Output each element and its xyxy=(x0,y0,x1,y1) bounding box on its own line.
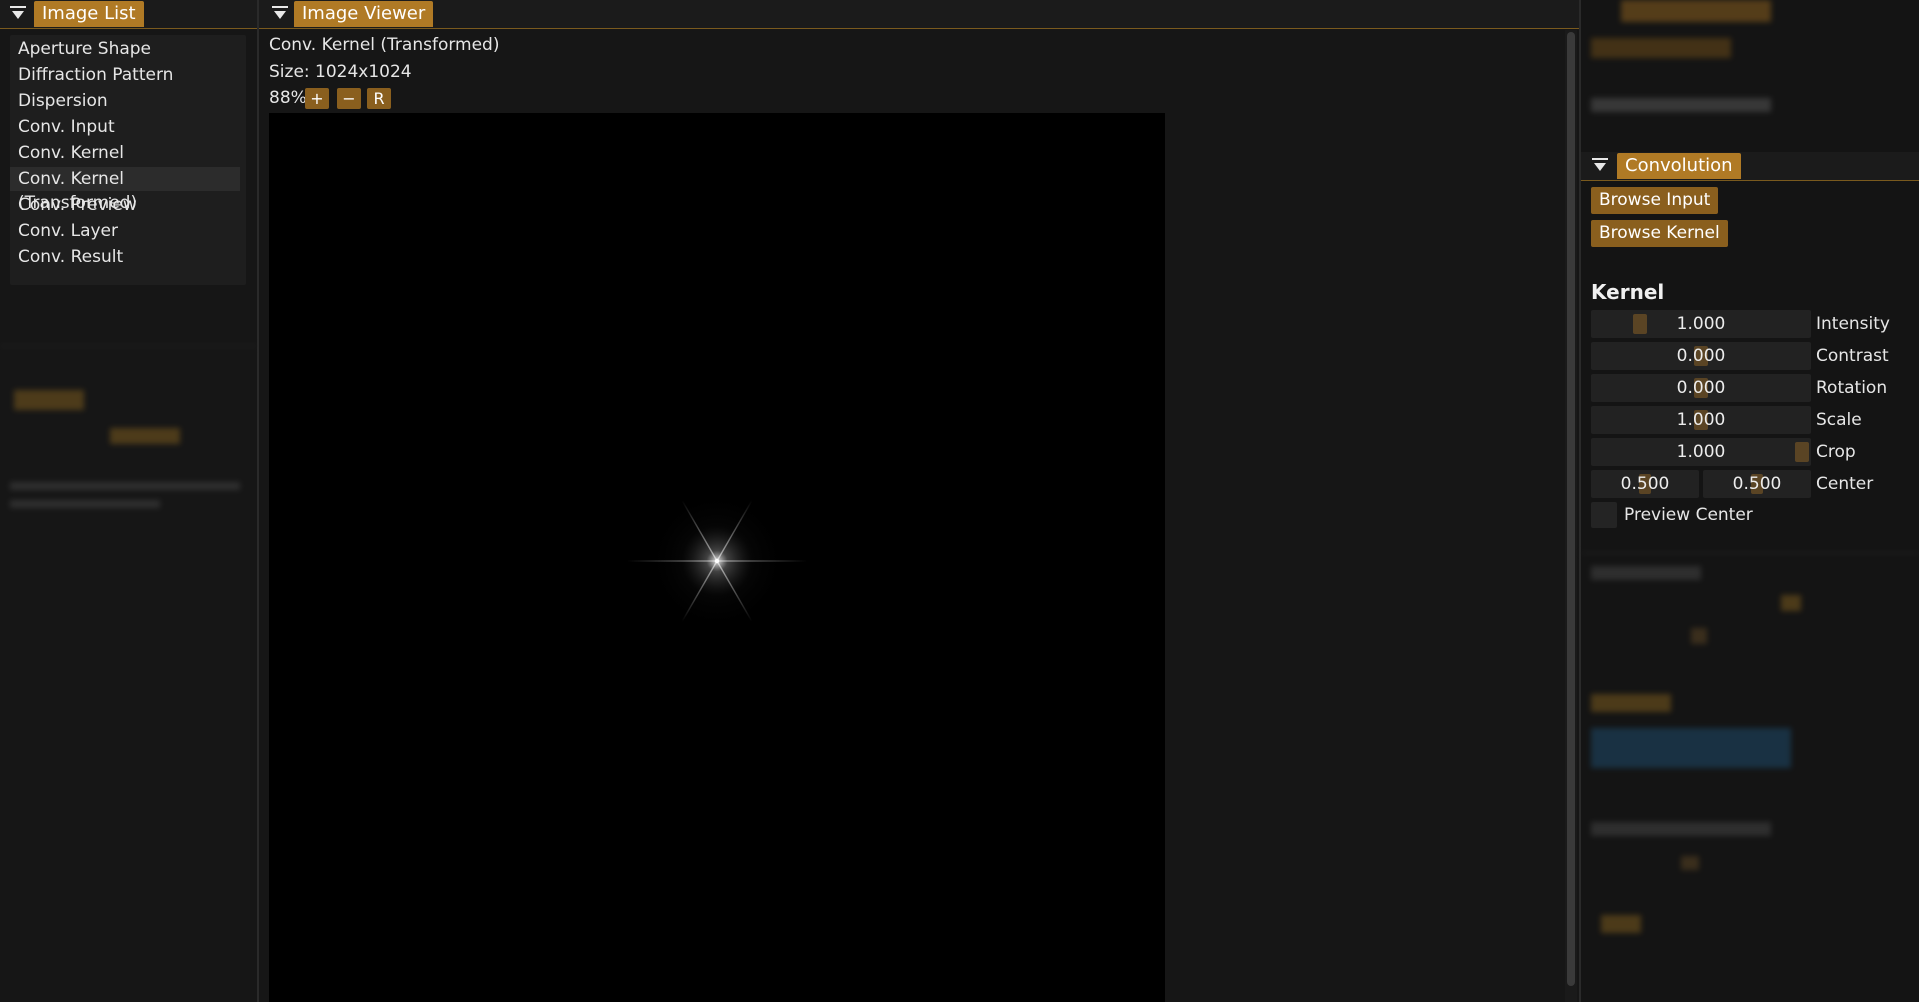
image-canvas[interactable] xyxy=(269,113,1165,1002)
rotation-slider[interactable]: 0.000 xyxy=(1591,374,1811,402)
slider-value: 1.000 xyxy=(1676,442,1726,462)
crop-slider[interactable]: 1.000 xyxy=(1591,438,1811,466)
blurred-button xyxy=(1591,38,1731,58)
tab-image-viewer[interactable]: Image Viewer xyxy=(294,1,434,27)
scale-slider[interactable]: 1.000 xyxy=(1591,406,1811,434)
blurred-button xyxy=(1591,694,1671,712)
blurred-text xyxy=(10,482,240,490)
center-y-slider[interactable]: 0.500 xyxy=(1703,470,1811,498)
tab-image-list[interactable]: Image List xyxy=(34,1,144,27)
tab-convolution[interactable]: Convolution xyxy=(1617,153,1741,179)
blurred-heading xyxy=(1591,98,1771,112)
zoom-level-label: 88% xyxy=(269,88,307,108)
slider-value: 1.000 xyxy=(1676,410,1726,430)
list-item-dispersion[interactable]: Dispersion xyxy=(10,89,240,113)
slider-value: 0.000 xyxy=(1676,346,1726,366)
collapse-icon[interactable] xyxy=(10,6,26,20)
kernel-section-title: Kernel xyxy=(1591,280,1665,304)
center-label: Center xyxy=(1816,474,1874,494)
collapse-icon[interactable] xyxy=(1592,158,1608,172)
image-viewer-panel: Image Viewer Conv. Kernel (Transformed) … xyxy=(259,0,1581,1002)
list-item-diffraction-pattern[interactable]: Diffraction Pattern xyxy=(10,63,240,87)
collapse-icon[interactable] xyxy=(272,6,288,20)
viewer-scrollbar-thumb[interactable] xyxy=(1567,32,1575,986)
center-y-value: 0.500 xyxy=(1732,474,1782,494)
browse-kernel-button[interactable]: Browse Kernel xyxy=(1591,220,1728,247)
viewer-scrollbar[interactable] xyxy=(1565,30,1577,1002)
list-item-conv-layer[interactable]: Conv. Layer xyxy=(10,219,240,243)
blurred-button xyxy=(1601,915,1641,933)
slider-value: 0.000 xyxy=(1676,378,1726,398)
image-list-header: Image List xyxy=(0,0,257,29)
settings-panel: Convolution Browse Input Browse Kernel K… xyxy=(1581,0,1919,1002)
blurred-divider xyxy=(1581,552,1919,554)
convolution-header: Convolution xyxy=(1581,152,1919,181)
slider-value: 1.000 xyxy=(1676,314,1726,334)
blurred-widget xyxy=(1781,595,1801,611)
star-kernel-image xyxy=(627,491,807,631)
blurred-tab xyxy=(14,390,84,410)
blurred-divider xyxy=(0,345,257,347)
image-list: Aperture Shape Diffraction Pattern Dispe… xyxy=(10,35,246,285)
contrast-label: Contrast xyxy=(1816,346,1889,366)
zoom-out-button[interactable]: − xyxy=(337,88,361,109)
blurred-text xyxy=(1591,728,1791,768)
list-item-conv-input[interactable]: Conv. Input xyxy=(10,115,240,139)
blurred-widget xyxy=(110,428,180,444)
center-x-value: 0.500 xyxy=(1620,474,1670,494)
blurred-heading xyxy=(1591,566,1701,580)
image-viewer-header: Image Viewer xyxy=(259,0,1579,29)
center-x-slider[interactable]: 0.500 xyxy=(1591,470,1699,498)
zoom-in-button[interactable]: + xyxy=(305,88,329,109)
contrast-slider[interactable]: 0.000 xyxy=(1591,342,1811,370)
blurred-text xyxy=(10,500,160,508)
preview-center-checkbox[interactable] xyxy=(1591,502,1617,528)
blurred-widget xyxy=(1691,628,1707,644)
scale-label: Scale xyxy=(1816,410,1862,430)
blurred-tab xyxy=(1621,0,1771,22)
preview-center-label: Preview Center xyxy=(1624,505,1753,525)
image-size-label: Size: 1024x1024 xyxy=(269,62,412,82)
intensity-label: Intensity xyxy=(1816,314,1890,334)
list-item-conv-kernel-transformed[interactable]: Conv. Kernel (Transformed) xyxy=(10,167,240,213)
browse-input-button[interactable]: Browse Input xyxy=(1591,187,1719,214)
blurred-widget xyxy=(1681,856,1699,870)
reset-zoom-button[interactable]: R xyxy=(367,88,391,109)
list-item-aperture-shape[interactable]: Aperture Shape xyxy=(10,37,240,61)
crop-label: Crop xyxy=(1816,442,1856,462)
list-item-conv-preview[interactable]: Conv. Preview xyxy=(10,193,240,217)
image-list-panel: Image List Aperture Shape Diffraction Pa… xyxy=(0,0,259,1002)
intensity-slider[interactable]: 1.000 xyxy=(1591,310,1811,338)
rotation-label: Rotation xyxy=(1816,378,1888,398)
list-item-conv-kernel[interactable]: Conv. Kernel xyxy=(10,141,240,165)
blurred-heading xyxy=(1591,822,1771,836)
list-item-conv-result[interactable]: Conv. Result xyxy=(10,245,240,269)
image-name-label: Conv. Kernel (Transformed) xyxy=(269,35,500,55)
